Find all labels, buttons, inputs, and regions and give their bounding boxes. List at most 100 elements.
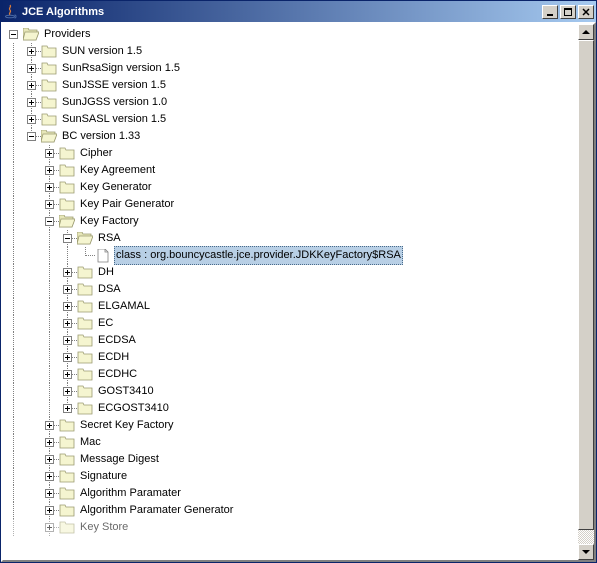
tree-label: RSA xyxy=(96,230,123,247)
folder-icon xyxy=(59,486,75,502)
folder-icon xyxy=(77,282,93,298)
tree-label: SunJSSE version 1.5 xyxy=(60,77,168,94)
tree-node-ec[interactable]: EC xyxy=(5,315,578,332)
folder-icon xyxy=(59,435,75,451)
tree-node-sunrsasign[interactable]: SunRsaSign version 1.5 xyxy=(5,60,578,77)
folder-icon xyxy=(59,469,75,485)
folder-open-icon xyxy=(77,231,93,247)
tree-node-rsa-class[interactable]: class : org.bouncycastle.jce.provider.JD… xyxy=(5,247,578,264)
tree-node-sun[interactable]: SUN version 1.5 xyxy=(5,43,578,60)
folder-icon xyxy=(77,265,93,281)
folder-open-icon xyxy=(41,129,57,145)
maximize-button[interactable] xyxy=(560,5,576,19)
tree-node-gost3410[interactable]: GOST3410 xyxy=(5,383,578,400)
folder-icon xyxy=(59,503,75,519)
tree-label: Key Generator xyxy=(78,179,154,196)
tree-node-elgamal[interactable]: ELGAMAL xyxy=(5,298,578,315)
tree-node-keystore[interactable]: Key Store xyxy=(5,519,578,536)
tree-label: DH xyxy=(96,264,116,281)
tree-label: ECGOST3410 xyxy=(96,400,171,417)
tree-label: SunJGSS version 1.0 xyxy=(60,94,169,111)
scroll-up-button[interactable] xyxy=(578,24,594,40)
folder-icon xyxy=(41,95,57,111)
app-window: JCE Algorithms Providers xyxy=(0,0,597,563)
title-bar[interactable]: JCE Algorithms xyxy=(1,1,596,22)
tree-node-dh[interactable]: DH xyxy=(5,264,578,281)
folder-icon xyxy=(77,299,93,315)
tree-label: Secret Key Factory xyxy=(78,417,176,434)
tree-label: Key Store xyxy=(78,519,130,536)
tree-label: Key Factory xyxy=(78,213,141,230)
folder-icon xyxy=(41,44,57,60)
tree-label: Algorithm Paramater Generator xyxy=(78,502,235,519)
tree-label: ELGAMAL xyxy=(96,298,152,315)
arrow-down-icon xyxy=(582,550,590,554)
tree-label: Providers xyxy=(42,26,92,43)
folder-icon xyxy=(77,367,93,383)
window-title: JCE Algorithms xyxy=(22,6,542,18)
tree-node-keyfactory[interactable]: Key Factory xyxy=(5,213,578,230)
folder-icon xyxy=(77,401,93,417)
tree-label: ECDH xyxy=(96,349,131,366)
tree-node-keyagreement[interactable]: Key Agreement xyxy=(5,162,578,179)
tree-label: Algorithm Paramater xyxy=(78,485,183,502)
tree-label: SUN version 1.5 xyxy=(60,43,144,60)
tree-label-selected: class : org.bouncycastle.jce.provider.JD… xyxy=(114,246,403,265)
tree-label: EC xyxy=(96,315,115,332)
tree-label: Message Digest xyxy=(78,451,161,468)
tree-label: GOST3410 xyxy=(96,383,156,400)
tree-label: BC version 1.33 xyxy=(60,128,142,145)
tree-viewport[interactable]: Providers SUN version 1.5 SunRsaSign ver… xyxy=(3,24,578,560)
tree-label: ECDSA xyxy=(96,332,138,349)
client-area: Providers SUN version 1.5 SunRsaSign ver… xyxy=(1,22,596,562)
tree-node-rsa[interactable]: RSA xyxy=(5,230,578,247)
scroll-track[interactable] xyxy=(578,40,594,544)
tree-node-ecdsa[interactable]: ECDSA xyxy=(5,332,578,349)
tree-node-ecgost3410[interactable]: ECGOST3410 xyxy=(5,400,578,417)
tree-node-providers[interactable]: Providers xyxy=(5,26,578,43)
tree-node-secretkeyfactory[interactable]: Secret Key Factory xyxy=(5,417,578,434)
tree-node-ecdh[interactable]: ECDH xyxy=(5,349,578,366)
tree-node-algoparam[interactable]: Algorithm Paramater xyxy=(5,485,578,502)
folder-icon xyxy=(59,197,75,213)
file-icon xyxy=(95,248,111,264)
folder-icon xyxy=(59,180,75,196)
tree-label: DSA xyxy=(96,281,123,298)
tree-node-ecdhc[interactable]: ECDHC xyxy=(5,366,578,383)
folder-icon xyxy=(59,146,75,162)
scroll-down-button[interactable] xyxy=(578,544,594,560)
provider-tree: Providers SUN version 1.5 SunRsaSign ver… xyxy=(3,24,578,538)
tree-node-keygenerator[interactable]: Key Generator xyxy=(5,179,578,196)
tree-node-mac[interactable]: Mac xyxy=(5,434,578,451)
tree-node-signature[interactable]: Signature xyxy=(5,468,578,485)
tree-node-keypairgenerator[interactable]: Key Pair Generator xyxy=(5,196,578,213)
tree-node-algoparamgen[interactable]: Algorithm Paramater Generator xyxy=(5,502,578,519)
tree-node-dsa[interactable]: DSA xyxy=(5,281,578,298)
java-cup-icon xyxy=(3,4,19,20)
scroll-thumb[interactable] xyxy=(578,40,594,530)
vertical-scrollbar[interactable] xyxy=(578,24,594,560)
tree-label: SunRsaSign version 1.5 xyxy=(60,60,182,77)
tree-node-cipher[interactable]: Cipher xyxy=(5,145,578,162)
tree-label: Mac xyxy=(78,434,103,451)
close-button[interactable] xyxy=(578,5,594,19)
tree-label: Key Pair Generator xyxy=(78,196,176,213)
folder-open-icon xyxy=(23,27,39,43)
folder-icon xyxy=(77,350,93,366)
arrow-up-icon xyxy=(582,30,590,34)
folder-icon xyxy=(59,452,75,468)
window-buttons xyxy=(542,5,596,19)
folder-open-icon xyxy=(59,214,75,230)
tree-node-sunjgss[interactable]: SunJGSS version 1.0 xyxy=(5,94,578,111)
folder-icon xyxy=(59,163,75,179)
tree-node-messagedigest[interactable]: Message Digest xyxy=(5,451,578,468)
tree-node-sunjsse[interactable]: SunJSSE version 1.5 xyxy=(5,77,578,94)
tree-node-bc[interactable]: BC version 1.33 xyxy=(5,128,578,145)
folder-icon xyxy=(77,316,93,332)
tree-node-sunsasl[interactable]: SunSASL version 1.5 xyxy=(5,111,578,128)
folder-icon xyxy=(77,333,93,349)
folder-icon xyxy=(41,112,57,128)
minimize-button[interactable] xyxy=(542,5,558,19)
tree-label: Key Agreement xyxy=(78,162,157,179)
tree-label: Signature xyxy=(78,468,129,485)
